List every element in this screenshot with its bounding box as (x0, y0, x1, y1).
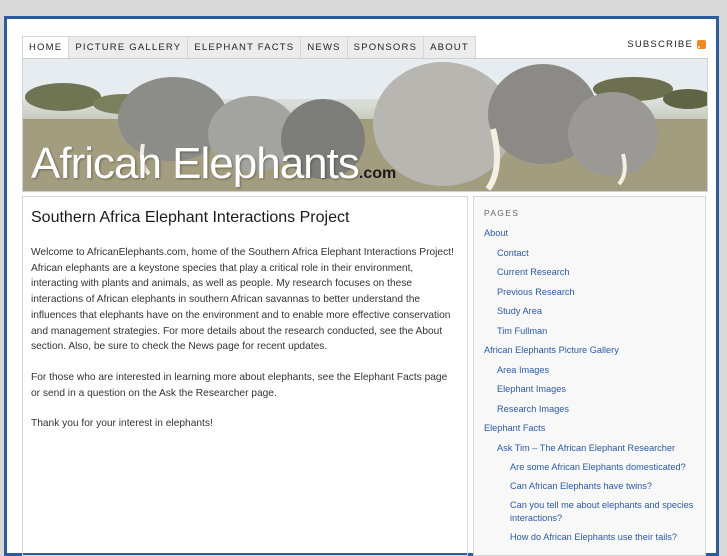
nav-sponsors[interactable]: Sponsors (348, 37, 425, 59)
thanks-paragraph: Thank you for your interest in elephants… (31, 418, 213, 430)
site-title-suffix: .com (358, 165, 397, 182)
nav-elephant-facts[interactable]: Elephant Facts (188, 37, 302, 59)
nav-news[interactable]: News (301, 37, 348, 59)
site-title-text: African Elephants (31, 139, 360, 188)
sidebar-link[interactable]: Ask Tim – The African Elephant Researche… (484, 439, 695, 459)
sidebar-link[interactable]: Can African Elephants have twins? (484, 477, 695, 496)
subscribe-label: SUBSCRIBE (627, 39, 693, 50)
sidebar-link[interactable]: Previous Research (484, 283, 695, 303)
sidebar-link[interactable]: Current Research (484, 263, 695, 283)
nav-home[interactable]: Home (23, 37, 70, 59)
sidebar-heading: Pages (484, 208, 520, 218)
sidebar-link[interactable]: Elephant Images (484, 380, 695, 400)
intro-paragraph: Welcome to AfricanElephants.com, home of… (31, 247, 454, 353)
page-body: Home Picture Gallery Elephant Facts News… (7, 19, 716, 556)
sidebar-link[interactable]: Are some African Elephants domesticated? (484, 458, 695, 477)
sidebar-link[interactable]: Study Area (484, 302, 695, 322)
sidebar-link[interactable]: African Elephants Picture Gallery (484, 341, 695, 361)
nav-about[interactable]: About (424, 37, 475, 59)
page-frame: Home Picture Gallery Elephant Facts News… (4, 16, 719, 556)
sidebar-link[interactable]: Research Images (484, 400, 695, 420)
sidebar-link[interactable]: How do African Elephants use their tails… (484, 528, 695, 547)
main-nav: Home Picture Gallery Elephant Facts News… (22, 36, 476, 59)
sidebar-link[interactable]: Can you tell me about elephants and spec… (484, 496, 695, 528)
subscribe-link[interactable]: SUBSCRIBE (627, 39, 706, 50)
sidebar-link[interactable]: Elephant Facts (484, 419, 695, 439)
sidebar-link[interactable]: Contact (484, 244, 695, 264)
sidebar-link[interactable]: About (484, 224, 695, 244)
facts-paragraph: For those who are interested in learning… (31, 371, 448, 399)
sidebar: Pages About Contact Current Research Previo… (473, 196, 706, 556)
sidebar-link[interactable]: Tim Fullman (484, 322, 695, 342)
sidebar-links: About Contact Current Research Previous Res… (484, 224, 695, 547)
rss-icon (697, 40, 706, 49)
sidebar-link[interactable]: Area Images (484, 361, 695, 381)
post-title[interactable]: Southern Africa Elephant Interactions Pr… (31, 209, 459, 227)
header-banner[interactable]: African Elephants.com (22, 58, 708, 192)
nav-picture-gallery[interactable]: Picture Gallery (69, 37, 189, 59)
main-content: Southern Africa Elephant Interactions Pr… (22, 196, 468, 556)
site-title[interactable]: African Elephants.com (31, 139, 396, 189)
